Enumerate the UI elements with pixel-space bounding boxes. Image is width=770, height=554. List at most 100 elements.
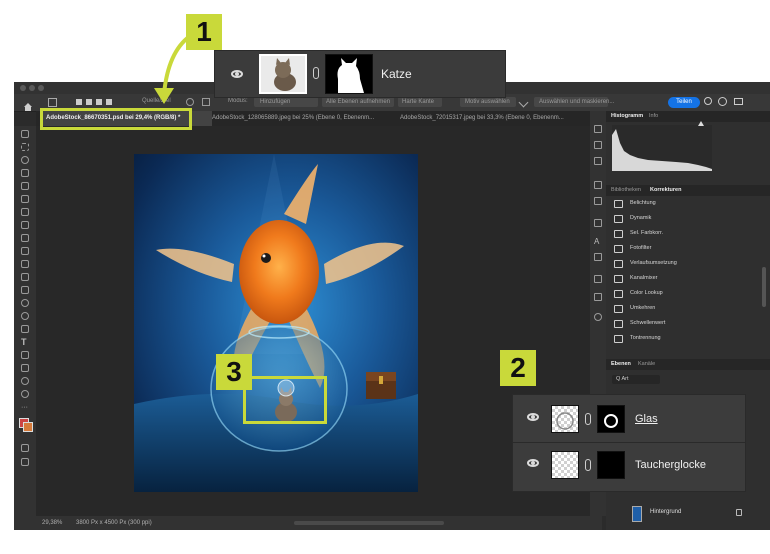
3d-panel-icon[interactable] xyxy=(594,275,602,283)
tab-document-3[interactable]: AdobeStock_72015317.jpeg bei 33,3% (Eben… xyxy=(394,111,584,126)
tab-libraries[interactable]: Bibliotheken xyxy=(611,187,641,193)
marquee-tool-icon[interactable] xyxy=(21,143,29,151)
document-canvas[interactable] xyxy=(134,154,418,492)
eyedropper-tool-icon[interactable] xyxy=(21,208,29,216)
taucherglocke-mask-thumbnail[interactable] xyxy=(597,451,625,479)
clone-source-icon[interactable] xyxy=(594,219,602,227)
select-subject-button[interactable]: Motiv auswählen xyxy=(460,97,516,107)
workspace-icon[interactable] xyxy=(734,98,743,105)
healing-brush-tool-icon[interactable] xyxy=(21,221,29,229)
close-window-button[interactable] xyxy=(20,85,26,91)
adjustment-vibrance[interactable]: Dynamik xyxy=(614,212,752,227)
layer-row-taucherglocke[interactable]: Taucherglocke xyxy=(513,443,745,487)
adjustment-channel-mixer-label: Kanalmixer xyxy=(630,275,658,281)
brush-tool-icon[interactable] xyxy=(21,234,29,242)
blur-tool-icon[interactable] xyxy=(21,299,29,307)
home-icon[interactable] xyxy=(24,98,32,111)
adjustment-color-lookup[interactable]: Color Lookup xyxy=(614,287,752,302)
search-icon[interactable] xyxy=(704,97,712,105)
minimize-window-button[interactable] xyxy=(29,85,35,91)
move-tool-icon[interactable] xyxy=(21,130,29,138)
warning-icon[interactable] xyxy=(698,121,704,126)
select-and-mask-button[interactable]: Auswählen und maskieren... xyxy=(534,97,614,107)
zoom-level[interactable]: 29,38% xyxy=(42,520,62,526)
maximize-window-button[interactable] xyxy=(38,85,44,91)
brushes-panel-icon[interactable] xyxy=(594,197,602,205)
katze-layer-name[interactable]: Katze xyxy=(381,67,412,81)
properties-panel-icon[interactable] xyxy=(594,157,602,165)
visibility-eye-icon[interactable] xyxy=(231,70,243,78)
tab-document-2[interactable]: AdobeStock_128065889.jpeg bei 25% (Ebene… xyxy=(206,111,394,126)
selection-tool-icon[interactable] xyxy=(48,98,57,107)
history-clock-icon[interactable] xyxy=(594,313,602,321)
visibility-eye-icon[interactable] xyxy=(527,459,539,467)
layer-row-glas[interactable]: Glas xyxy=(513,397,745,441)
mode-select[interactable]: Hinzufügen xyxy=(254,97,318,107)
adjustments-scrollbar[interactable] xyxy=(762,267,766,307)
new-selection-icon[interactable] xyxy=(76,99,82,105)
subtract-selection-icon[interactable] xyxy=(96,99,102,105)
tab-adjustments[interactable]: Korrekturen xyxy=(650,187,681,193)
actions-panel-icon[interactable] xyxy=(594,141,602,149)
tab-histogram[interactable]: Histogramm xyxy=(611,113,643,119)
sample-all-layers-checkbox[interactable]: Alle Ebenen aufnehmen xyxy=(322,97,394,107)
frame-tool-icon[interactable] xyxy=(21,195,29,203)
intersect-selection-icon[interactable] xyxy=(106,99,112,105)
add-selection-icon[interactable] xyxy=(86,99,92,105)
layer-filter-select[interactable]: Q Art xyxy=(612,375,660,384)
lock-icon[interactable] xyxy=(736,509,742,516)
quick-selection-tool-icon[interactable] xyxy=(21,169,29,177)
adjustment-vibrance-label: Dynamik xyxy=(630,215,652,221)
adjustment-gradient-map[interactable]: Verlaufsumsetzung xyxy=(614,257,752,272)
katze-mask-thumbnail[interactable] xyxy=(325,54,373,94)
sample-all-layers-label: Alle Ebenen aufnehmen xyxy=(326,99,391,105)
horizontal-scrollbar[interactable] xyxy=(294,521,444,525)
rectangle-tool-icon[interactable] xyxy=(21,364,29,372)
chevron-down-icon[interactable] xyxy=(518,97,529,108)
adjustment-posterize[interactable]: Tontrennung xyxy=(614,332,752,347)
lasso-tool-icon[interactable] xyxy=(21,156,29,164)
adjustment-photo-filter[interactable]: Fotofilter xyxy=(614,242,752,257)
sample-icon[interactable] xyxy=(202,98,210,106)
more-tools-icon[interactable]: ··· xyxy=(21,404,28,411)
paragraph-panel-icon[interactable] xyxy=(594,253,602,261)
gradient-tool-icon[interactable] xyxy=(21,286,29,294)
glas-mask-thumbnail[interactable] xyxy=(597,405,625,433)
share-button[interactable]: Teilen xyxy=(668,97,700,108)
background-color-swatch[interactable] xyxy=(23,422,33,432)
screen-mode-icon[interactable] xyxy=(21,458,29,466)
crop-tool-icon[interactable] xyxy=(21,182,29,190)
hand-tool-icon[interactable] xyxy=(21,377,29,385)
link-chain-icon[interactable] xyxy=(585,413,591,425)
tab-channels[interactable]: Kanäle xyxy=(638,361,655,367)
adjustment-exposure[interactable]: Belichtung xyxy=(614,197,752,212)
path-selection-tool-icon[interactable] xyxy=(21,351,29,359)
help-icon[interactable] xyxy=(718,97,727,106)
history-panel-icon[interactable] xyxy=(594,125,602,133)
tab-info[interactable]: Info xyxy=(649,113,658,119)
type-tool-icon[interactable]: T xyxy=(21,337,27,347)
eraser-tool-icon[interactable] xyxy=(21,273,29,281)
glas-layer-name[interactable]: Glas xyxy=(635,413,658,425)
dodge-tool-icon[interactable] xyxy=(21,312,29,320)
layer-row-katze-zoom[interactable]: Katze xyxy=(214,50,506,98)
adjustment-invert[interactable]: Umkehren xyxy=(614,302,752,317)
tab-layers[interactable]: Ebenen xyxy=(611,361,631,367)
link-chain-icon[interactable] xyxy=(313,67,319,79)
history-brush-tool-icon[interactable] xyxy=(21,260,29,268)
hard-edge-checkbox[interactable]: Harte Kante xyxy=(398,97,442,107)
link-chain-icon[interactable] xyxy=(585,459,591,471)
quick-mask-icon[interactable] xyxy=(21,444,29,452)
taucherglocke-layer-name[interactable]: Taucherglocke xyxy=(635,459,706,471)
zoom-tool-icon[interactable] xyxy=(21,390,29,398)
clone-stamp-tool-icon[interactable] xyxy=(21,247,29,255)
brush-settings-icon[interactable] xyxy=(594,181,602,189)
timeline-panel-icon[interactable] xyxy=(594,293,602,301)
adjustment-threshold[interactable]: Schwellenwert xyxy=(614,317,752,332)
pen-tool-icon[interactable] xyxy=(21,325,29,333)
adjustment-channel-mixer[interactable]: Kanalmixer xyxy=(614,272,752,287)
visibility-eye-icon[interactable] xyxy=(527,413,539,421)
background-layer-name[interactable]: Hintergrund xyxy=(650,509,681,515)
character-panel-icon[interactable]: A xyxy=(594,237,599,246)
adjustment-selective-color[interactable]: Sel. Farbkorr. xyxy=(614,227,752,242)
